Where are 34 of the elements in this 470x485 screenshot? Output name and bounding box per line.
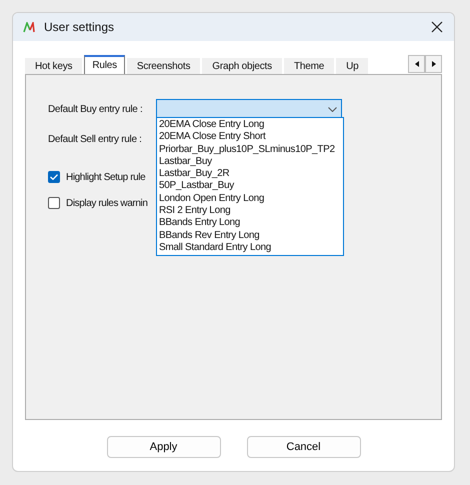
logo-icon xyxy=(23,22,36,32)
checkbox[interactable] xyxy=(48,197,60,209)
field-label: Default Sell entry rule : xyxy=(48,134,143,144)
window-title: User settings xyxy=(44,20,116,34)
chevron-icon xyxy=(328,106,337,112)
dropdown-option[interactable]: 20EMA Close Entry Long xyxy=(157,119,343,132)
tab[interactable]: Up xyxy=(336,58,368,74)
scroll-right-button[interactable] xyxy=(425,55,442,73)
tab[interactable]: Screenshots xyxy=(126,58,200,74)
checkbox-label: Highlight Setup rule xyxy=(66,172,146,182)
dropdown-option[interactable]: BBands Entry Long xyxy=(157,217,343,230)
scroll-left-button[interactable] xyxy=(408,55,425,73)
checkbox[interactable] xyxy=(48,171,60,183)
tab[interactable]: Graph objects xyxy=(202,58,282,74)
field-label: Default Buy entry rule : xyxy=(48,104,144,114)
dropdown-option[interactable]: RSI 2 Entry Long xyxy=(157,205,343,218)
dropdown-field[interactable] xyxy=(156,99,342,119)
dropdown-option[interactable]: Lastbar_Buy_2R xyxy=(157,168,343,180)
dropdown-option[interactable]: BBands Rev Entry Long xyxy=(157,230,343,242)
close-button[interactable] xyxy=(430,20,444,34)
tab[interactable]: Hot keys xyxy=(25,58,82,74)
cancel-button[interactable]: Cancel xyxy=(246,436,360,458)
dropdown-option[interactable]: Lastbar_Buy xyxy=(157,156,343,168)
left-arrow-icon xyxy=(414,61,418,67)
apply-button[interactable]: Apply xyxy=(106,436,220,458)
tab[interactable]: Theme xyxy=(284,58,334,74)
dropdown-option[interactable]: 50P_Lastbar_Buy xyxy=(157,180,343,193)
checkbox-label: Display rules warnin xyxy=(66,198,148,208)
tab[interactable]: Rules xyxy=(84,55,125,74)
dropdown-option[interactable]: London Open Entry Long xyxy=(157,192,343,206)
dropdown-option[interactable]: 20EMA Close Entry Short xyxy=(157,131,343,144)
right-arrow-icon xyxy=(432,61,436,67)
dropdown-option[interactable]: Small Standard Entry Long xyxy=(157,242,343,254)
dropdown-option[interactable]: Priorbar_Buy_plus10P_SLminus10P_TP2 xyxy=(157,144,343,156)
